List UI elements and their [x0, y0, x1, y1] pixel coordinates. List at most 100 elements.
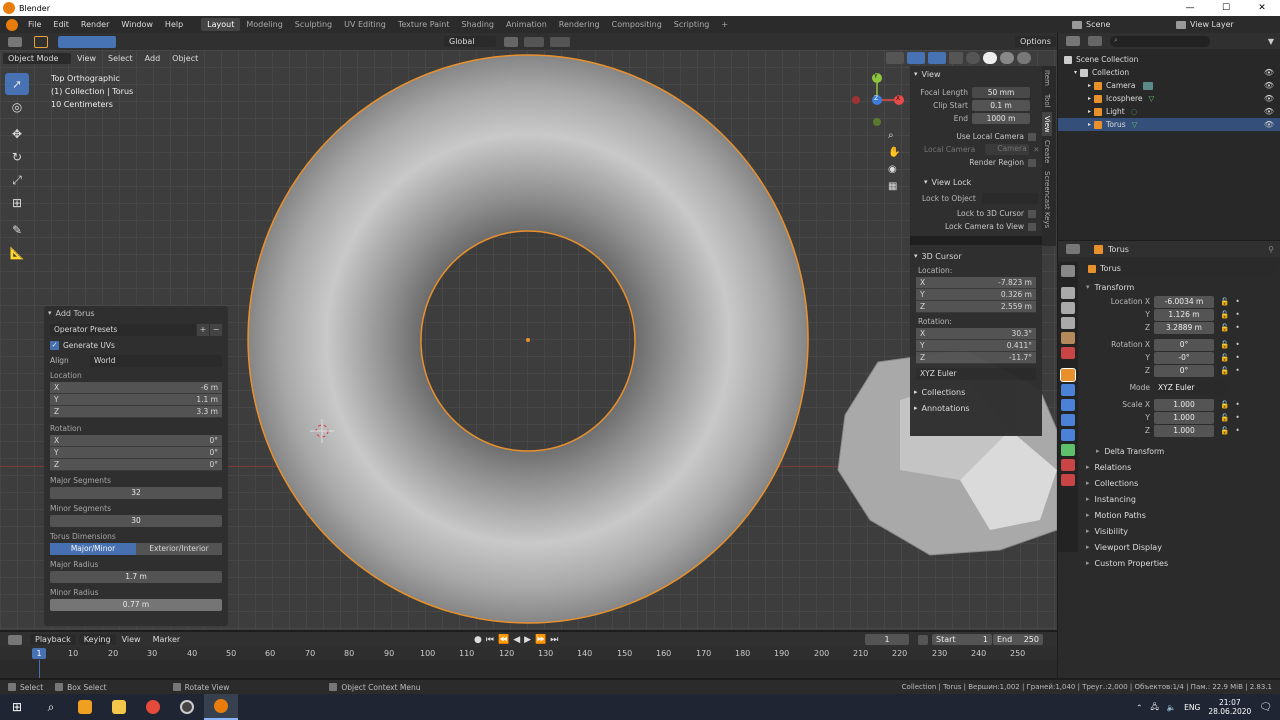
clip-end-field[interactable]: 1000 m: [972, 113, 1030, 124]
location-y-field[interactable]: 1.126 m: [1154, 308, 1214, 321]
scale-z-field[interactable]: 1.000: [1154, 424, 1214, 437]
chrome-icon[interactable]: [136, 694, 170, 720]
blender-menu-icon[interactable]: [6, 18, 18, 31]
visibility-eye-icon[interactable]: 👁: [1264, 120, 1274, 129]
custom-properties-header[interactable]: ▸ Custom Properties: [1080, 555, 1280, 571]
output-props-icon[interactable]: [1061, 302, 1075, 314]
object-mode-dropdown[interactable]: Object Mode: [3, 52, 71, 64]
clip-start-field[interactable]: 0.1 m: [972, 100, 1030, 111]
physics-props-icon[interactable]: [1061, 414, 1075, 426]
mesh-data-props-icon[interactable]: [1061, 444, 1075, 456]
snap-icon[interactable]: [524, 36, 544, 47]
constraints-props-icon[interactable]: [1061, 429, 1075, 441]
start-frame-field[interactable]: Start 1: [932, 634, 992, 645]
keyframe-dot-icon[interactable]: •: [1235, 353, 1239, 362]
rotate-tool-icon[interactable]: ↻: [5, 146, 29, 168]
annotations-header[interactable]: ▸ Annotations: [910, 400, 1042, 416]
playback-menu[interactable]: Playback: [30, 634, 76, 645]
lock-icon[interactable]: 🔓: [1220, 297, 1229, 306]
scene-props-icon[interactable]: [1061, 332, 1075, 344]
transform-orientation-dropdown[interactable]: Global: [444, 36, 496, 47]
clear-camera-icon[interactable]: ✕: [1033, 145, 1039, 154]
keyframe-dot-icon[interactable]: •: [1235, 366, 1239, 375]
material-shading-icon[interactable]: [1000, 52, 1014, 64]
file-explorer-icon[interactable]: [102, 694, 136, 720]
jump-end-button[interactable]: ⏭: [550, 635, 558, 645]
tab-compositing[interactable]: Compositing: [606, 18, 668, 31]
tab-texture-paint[interactable]: Texture Paint: [392, 18, 456, 31]
cursor-x-field[interactable]: X -7.823 m: [916, 277, 1036, 289]
keyframe-dot-icon[interactable]: •: [1235, 413, 1239, 422]
instancing-header[interactable]: ▸ Instancing: [1080, 491, 1280, 507]
cursor-tool-icon[interactable]: ◎: [5, 96, 29, 118]
lock-icon[interactable]: 🔓: [1220, 340, 1229, 349]
minor-segments-field[interactable]: 30: [50, 515, 222, 527]
3d-cursor-header[interactable]: ▾ 3D Cursor: [910, 248, 1042, 264]
end-frame-field[interactable]: End 250: [993, 634, 1043, 645]
torus-rotation-y[interactable]: Y 0°: [50, 447, 222, 459]
view-layer-props-icon[interactable]: [1061, 317, 1075, 329]
cursor-z-field[interactable]: Z 2.559 m: [916, 301, 1036, 313]
transform-header[interactable]: ▾ Transform: [1080, 279, 1280, 295]
close-button[interactable]: ✕: [1244, 3, 1280, 13]
render-region-checkbox[interactable]: [1028, 158, 1036, 167]
view-lock-header[interactable]: ▾ View Lock: [910, 174, 1042, 190]
view-layer-selector[interactable]: View Layer: [1190, 20, 1280, 29]
menu-help[interactable]: Help: [159, 20, 189, 29]
visibility-eye-icon[interactable]: 👁: [1264, 107, 1274, 116]
use-local-camera-checkbox[interactable]: [1028, 132, 1036, 141]
torus-rotation-x[interactable]: X 0°: [50, 435, 222, 447]
focal-length-field[interactable]: 50 mm: [972, 87, 1030, 98]
cursor-rot-x-field[interactable]: X 30.3°: [916, 328, 1036, 340]
selection-mode-icons[interactable]: [58, 35, 116, 48]
timeline-view-menu[interactable]: View: [116, 635, 147, 644]
menu-edit[interactable]: Edit: [47, 20, 75, 29]
torus-location-x[interactable]: X -6 m: [50, 382, 222, 394]
torus-rotation-z[interactable]: Z 0°: [50, 459, 222, 471]
overlay-toggle-icon[interactable]: [928, 52, 946, 64]
rotation-x-field[interactable]: 0°: [1154, 338, 1214, 351]
visibility-eye-icon[interactable]: 👁: [1264, 81, 1274, 90]
tab-rendering[interactable]: Rendering: [553, 18, 606, 31]
cursor-rot-y-field[interactable]: Y 0.411°: [916, 340, 1036, 352]
language-indicator[interactable]: ENG: [1184, 703, 1200, 712]
major-radius-field[interactable]: 1.7 m: [50, 571, 222, 583]
tab-animation[interactable]: Animation: [500, 18, 553, 31]
select-box-icon[interactable]: ➚: [5, 73, 29, 95]
collections-header[interactable]: ▸ Collections: [1080, 475, 1280, 491]
notifications-icon[interactable]: 🗨: [1259, 702, 1272, 713]
location-x-field[interactable]: -6.0034 m: [1154, 295, 1214, 308]
options-dropdown[interactable]: Options: [1015, 36, 1056, 47]
camera-view-icon[interactable]: ◉: [888, 164, 902, 175]
scene-selector[interactable]: Scene: [1086, 20, 1176, 29]
rotation-mode-dropdown[interactable]: XYZ Euler: [916, 368, 1036, 380]
minimize-button[interactable]: —: [1172, 3, 1208, 13]
tab-tool[interactable]: Tool: [1042, 90, 1052, 112]
maximize-button[interactable]: ☐: [1208, 3, 1244, 13]
menu-file[interactable]: File: [22, 20, 47, 29]
lock-icon[interactable]: 🔓: [1220, 426, 1229, 435]
outliner-collection[interactable]: ▾ Collection 👁: [1058, 66, 1280, 79]
play-button[interactable]: ▶: [524, 635, 531, 645]
tab-sculpting[interactable]: Sculpting: [289, 18, 338, 31]
filter-icon[interactable]: ▼: [1268, 37, 1274, 46]
lock-icon[interactable]: 🔓: [1220, 310, 1229, 319]
pivot-point-icon[interactable]: [504, 36, 518, 47]
keyframe-dot-icon[interactable]: •: [1235, 297, 1239, 306]
search-icon[interactable]: ⌕: [34, 694, 68, 720]
rendered-shading-icon[interactable]: [1017, 52, 1031, 64]
keyframe-dot-icon[interactable]: •: [1235, 400, 1239, 409]
wireframe-shading-icon[interactable]: [966, 52, 980, 64]
keyframe-dot-icon[interactable]: •: [1235, 323, 1239, 332]
volume-icon[interactable]: 🔈: [1167, 703, 1176, 712]
properties-editor-icon[interactable]: [1066, 244, 1080, 254]
modifier-props-icon[interactable]: [1061, 384, 1075, 396]
gizmo-toggle-icon[interactable]: [907, 52, 925, 64]
select-tool-icon[interactable]: [34, 35, 48, 48]
view-section-header[interactable]: ▾ View: [910, 66, 1042, 82]
preview-range-icon[interactable]: [918, 634, 928, 645]
viewport-display-header[interactable]: ▸ Viewport Display: [1080, 539, 1280, 555]
tab-modeling[interactable]: Modeling: [240, 18, 288, 31]
tab-uv-editing[interactable]: UV Editing: [338, 18, 392, 31]
solid-shading-icon[interactable]: [983, 52, 997, 64]
